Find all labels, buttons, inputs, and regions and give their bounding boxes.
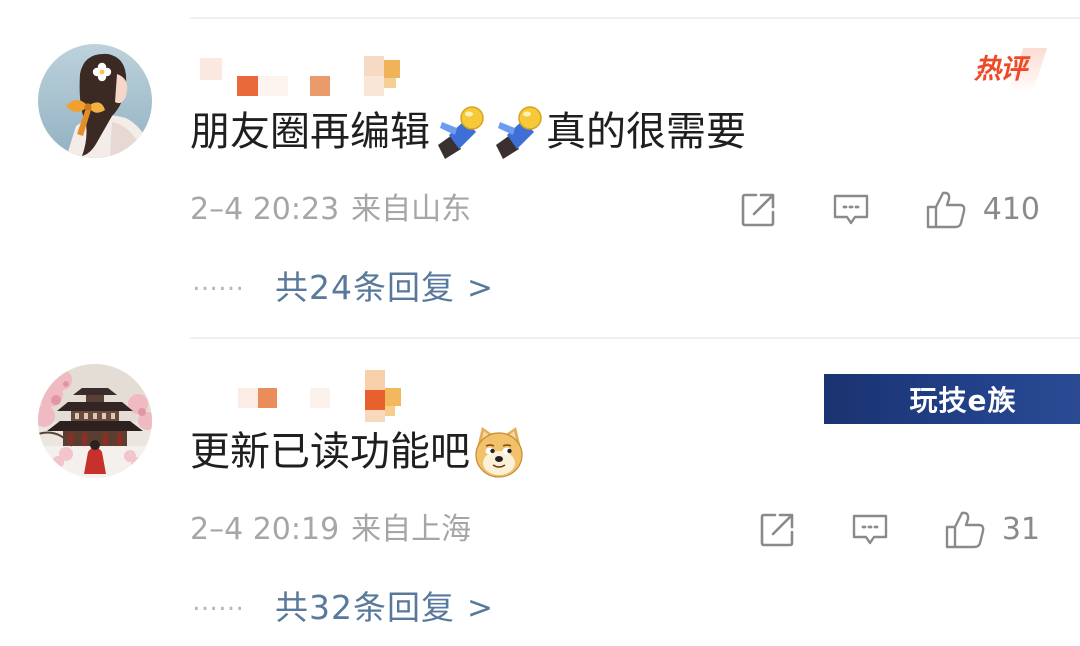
like-count: 410 (982, 192, 1040, 227)
comment-item: 更新已读功能吧 2–4 20:19 来自上海 31 …… 共32条回复 > (0, 320, 1080, 640)
username-mosaic[interactable] (196, 56, 406, 112)
comment-text-part: 朋友圈再编辑 (190, 109, 430, 155)
comment-actions: 410 (739, 188, 1040, 232)
comment-time: 2–4 20:23 (190, 192, 340, 227)
comment-button[interactable] (850, 512, 890, 548)
comment-button[interactable] (831, 192, 871, 228)
username-mosaic[interactable] (196, 368, 406, 424)
like-count: 31 (1001, 512, 1040, 547)
view-replies-link[interactable]: 共32条回复 (275, 588, 455, 628)
comment-icon[interactable] (850, 512, 890, 548)
divider (190, 17, 1080, 19)
comment-time: 2–4 20:19 (190, 512, 340, 547)
comment-actions: 31 (758, 508, 1040, 552)
reply-row: …… 共24条回复 > (192, 267, 493, 308)
comment-icon[interactable] (831, 192, 871, 228)
like-button[interactable]: 31 (944, 510, 1040, 550)
share-icon[interactable] (758, 511, 796, 549)
comment-text-part: 真的很需要 (546, 109, 746, 155)
doge-emoji-icon (471, 424, 527, 480)
comment-text: 更新已读功能吧 (190, 426, 528, 478)
comment-meta: 2–4 20:23 来自山东 (190, 192, 471, 228)
hot-comment-badge: 热评 (970, 48, 1048, 92)
kneeling-figure-emoji-icon (489, 104, 545, 160)
share-icon[interactable] (739, 191, 777, 229)
reply-row: …… 共32条回复 > (192, 587, 493, 628)
view-replies-link[interactable]: 共24条回复 (275, 268, 455, 308)
avatar-image[interactable] (38, 44, 152, 158)
chevron-right-icon[interactable]: > (467, 588, 493, 628)
comment-source: 来自山东 (351, 192, 472, 227)
comment-text-part: 更新已读功能吧 (190, 429, 470, 475)
like-button[interactable]: 410 (925, 190, 1040, 230)
divider (190, 337, 1080, 339)
avatar-image[interactable] (38, 364, 152, 478)
watermark-banner: 玩技e族 (824, 374, 1080, 424)
comment-source: 来自上海 (351, 512, 472, 547)
comment-item: 热评 朋友圈再编辑 真的很需要 2–4 20:23 来自山东 410 …… 共2… (0, 0, 1080, 320)
comment-text: 朋友圈再编辑 真的很需要 (190, 104, 746, 160)
watermark-text: 玩技e族 (909, 384, 1017, 417)
share-button[interactable] (739, 191, 777, 229)
chevron-right-icon[interactable]: > (467, 268, 493, 308)
hot-badge-label: 热评 (974, 54, 1027, 85)
like-icon[interactable] (925, 190, 967, 230)
reply-prefix-dots: …… (192, 587, 244, 617)
share-button[interactable] (758, 511, 796, 549)
kneeling-figure-emoji-icon (431, 104, 487, 160)
like-icon[interactable] (944, 510, 986, 550)
user-avatar[interactable] (38, 44, 152, 158)
comment-list: 热评 朋友圈再编辑 真的很需要 2–4 20:23 来自山东 410 …… 共2… (0, 0, 1080, 646)
reply-prefix-dots: …… (192, 267, 244, 297)
comment-meta: 2–4 20:19 来自上海 (190, 512, 471, 548)
user-avatar[interactable] (38, 364, 152, 478)
